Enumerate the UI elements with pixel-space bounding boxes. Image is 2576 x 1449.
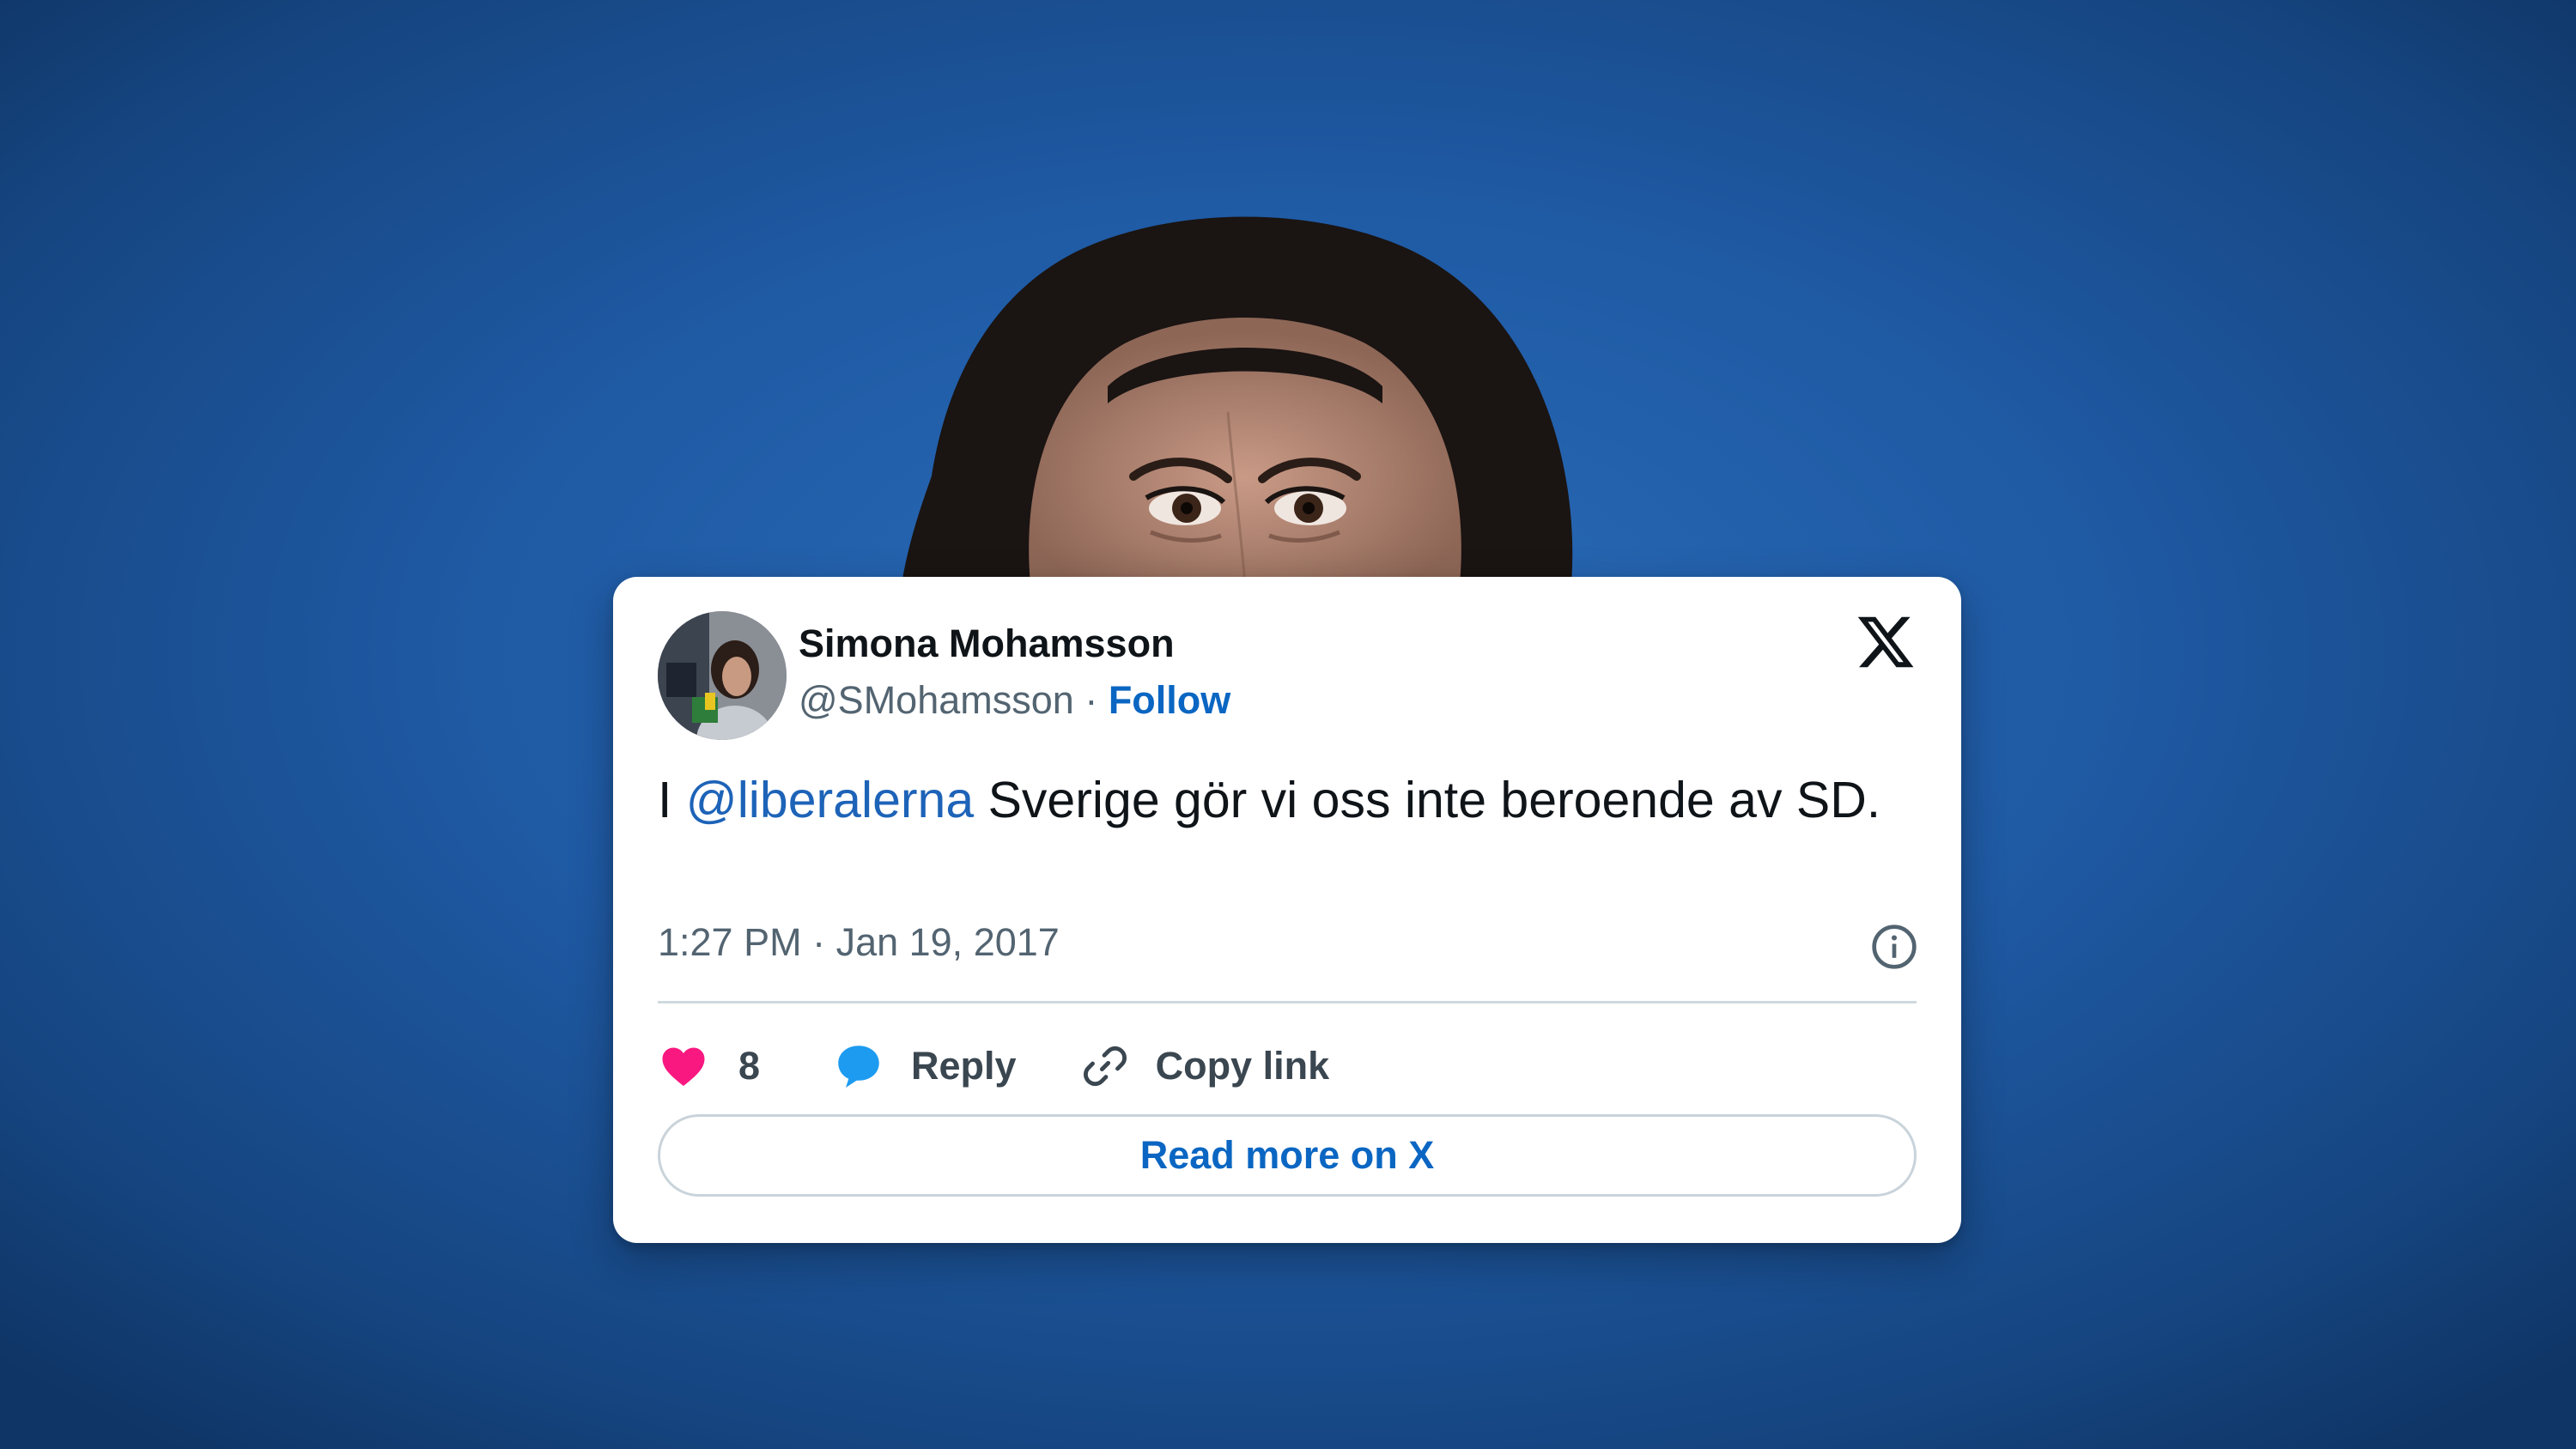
like-count: 8 <box>738 1044 761 1088</box>
follow-link[interactable]: Follow <box>1109 678 1230 722</box>
tweet-text-prefix: I <box>658 772 686 828</box>
author-name[interactable]: Simona Mohamsson <box>799 621 1175 666</box>
tweet-timestamp[interactable]: 1:27 PM · Jan 19, 2017 <box>658 920 1060 965</box>
handle-separator: · <box>1073 678 1109 722</box>
mention-link[interactable]: @liberalerna <box>686 772 974 828</box>
handle-row: @SMohamsson · Follow <box>799 678 1230 723</box>
link-icon <box>1083 1046 1127 1087</box>
action-bar: 8 Reply Copy link <box>658 1032 1329 1100</box>
tweet-text: I @liberalerna Sverige gör vi oss inte b… <box>658 767 1894 833</box>
avatar-image <box>658 611 787 740</box>
copy-link-label: Copy link <box>1155 1044 1330 1088</box>
like-button[interactable]: 8 <box>658 1040 760 1092</box>
portrait-photo <box>902 216 1573 584</box>
reply-icon <box>838 1046 879 1088</box>
tweet-card: Simona Mohamsson @SMohamsson · Follow I … <box>613 577 1961 1243</box>
reply-button[interactable]: Reply <box>832 1040 1017 1092</box>
info-icon[interactable] <box>1870 923 1918 971</box>
reply-label: Reply <box>911 1044 1017 1088</box>
author-handle[interactable]: @SMohamsson <box>799 678 1074 722</box>
tweet-text-body: Sverige gör vi oss inte beroende av SD. <box>974 772 1881 828</box>
heart-icon <box>662 1047 705 1086</box>
read-more-button[interactable]: Read more on X <box>658 1114 1917 1197</box>
x-logo[interactable] <box>1855 611 1917 673</box>
copy-link-button[interactable]: Copy link <box>1080 1041 1330 1091</box>
author-avatar[interactable] <box>658 611 787 740</box>
divider <box>658 1001 1917 1003</box>
